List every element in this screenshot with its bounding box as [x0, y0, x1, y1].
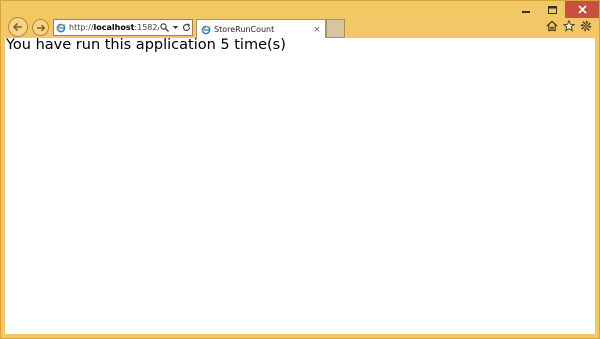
- new-tab-button[interactable]: [326, 19, 345, 38]
- ie-logo-icon: [201, 25, 211, 35]
- search-button[interactable]: [159, 20, 170, 35]
- refresh-icon: [182, 23, 191, 32]
- address-url[interactable]: http://localhost:1582/Stor: [69, 23, 159, 32]
- favorites-star-icon: [562, 19, 575, 32]
- minimize-icon: [522, 10, 530, 13]
- url-host: localhost: [93, 23, 135, 32]
- settings-gear-icon: [580, 20, 591, 31]
- address-dropdown-button[interactable]: [170, 20, 181, 35]
- url-path: :1582/Stor: [134, 23, 159, 32]
- settings-button[interactable]: [579, 18, 592, 33]
- dropdown-icon: [172, 26, 179, 29]
- run-count-message: You have run this application 5 time(s): [6, 37, 286, 53]
- home-button[interactable]: [545, 18, 558, 33]
- browser-window: http://localhost:1582/Stor StoreRunCount…: [0, 0, 600, 339]
- favorites-button[interactable]: [562, 18, 575, 33]
- home-icon: [546, 20, 557, 31]
- forward-button[interactable]: [32, 19, 49, 36]
- url-prefix: http://: [69, 23, 94, 32]
- address-bar[interactable]: http://localhost:1582/Stor: [53, 19, 193, 36]
- ie-logo-icon: [56, 23, 66, 33]
- browser-tools: [545, 18, 592, 33]
- tab-close-button[interactable]: ×: [311, 25, 323, 35]
- search-icon: [160, 23, 170, 32]
- close-icon: [577, 5, 587, 14]
- tab-title: StoreRunCount: [214, 25, 275, 34]
- forward-arrow-icon: [36, 24, 45, 31]
- back-arrow-icon: [12, 22, 22, 32]
- tab-storeruncount[interactable]: StoreRunCount ×: [196, 19, 326, 39]
- refresh-button[interactable]: [181, 20, 192, 35]
- page-content: You have run this application 5 time(s): [5, 37, 595, 334]
- navigation-toolbar: http://localhost:1582/Stor StoreRunCount…: [1, 16, 599, 39]
- back-button[interactable]: [8, 17, 28, 37]
- maximize-icon: [547, 5, 557, 14]
